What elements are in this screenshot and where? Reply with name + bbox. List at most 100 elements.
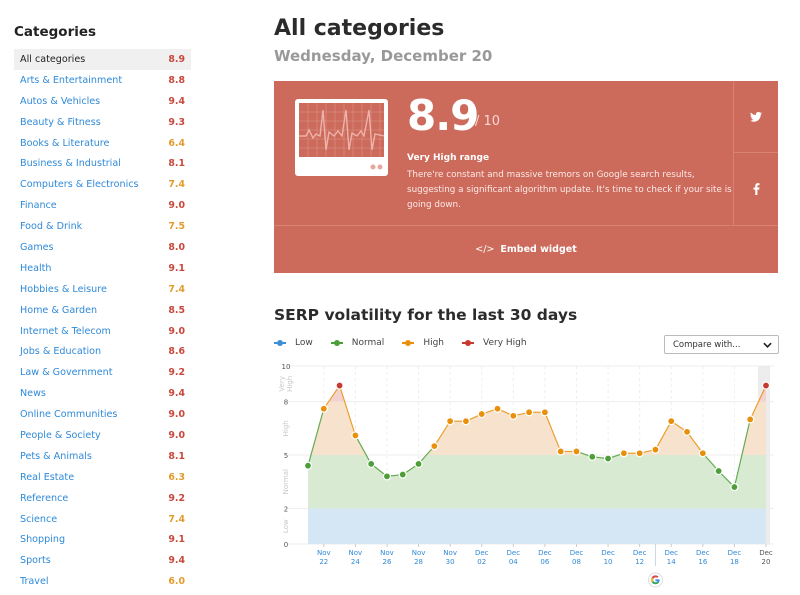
sidebar-item-home-and-garden[interactable]: Home & Garden 8.5: [14, 300, 191, 321]
legend-item-very-high[interactable]: Very High: [462, 338, 527, 348]
category-name: Jobs & Education: [20, 346, 102, 358]
sidebar-item-online-communities[interactable]: Online Communities 9.0: [14, 404, 191, 425]
sidebar-item-health[interactable]: Health 9.1: [14, 258, 191, 279]
x-tick-day: 30: [446, 558, 455, 566]
score-card: 8.9 / 10 Very High range There're consta…: [274, 81, 778, 273]
sidebar-item-people-and-society[interactable]: People & Society 9.0: [14, 425, 191, 446]
category-name: Business & Industrial: [20, 158, 121, 170]
data-point: [351, 431, 360, 440]
sidebar-item-law-and-government[interactable]: Law & Government 9.2: [14, 362, 191, 383]
sidebar: Categories All categories 8.9 Arts & Enter…: [0, 0, 200, 591]
page-date: Wednesday, December 20: [274, 47, 493, 65]
y-tick-label: 0: [284, 541, 288, 549]
legend-marker-icon: [402, 340, 415, 346]
category-name: News: [20, 388, 46, 400]
legend-item-normal[interactable]: Normal: [330, 338, 384, 348]
x-tick-day: 06: [540, 558, 549, 566]
data-point: [714, 466, 723, 476]
sidebar-item-beauty-and-fitness[interactable]: Beauty & Fitness 9.3: [14, 112, 191, 133]
google-icon[interactable]: [647, 572, 663, 588]
data-point: [398, 470, 407, 479]
sidebar-title: Categories: [14, 24, 97, 40]
twitter-share-button[interactable]: [734, 81, 778, 153]
sidebar-item-food-and-drink[interactable]: Food & Drink 7.5: [14, 216, 191, 237]
category-score: 9.3: [168, 116, 185, 128]
category-score: 8.6: [168, 346, 185, 358]
category-name: Travel: [20, 576, 49, 588]
y-tick-label: 10: [282, 363, 291, 371]
data-point: [477, 409, 486, 419]
band-normal: [308, 455, 766, 509]
sidebar-item-business-and-industrial[interactable]: Business & Industrial 8.1: [14, 153, 191, 174]
category-name: Beauty & Fitness: [20, 116, 101, 128]
category-score: 8.9: [168, 53, 185, 65]
data-point: [746, 415, 755, 424]
data-point: [493, 404, 502, 413]
data-point: [603, 454, 613, 463]
sidebar-item-travel[interactable]: Travel 6.0: [14, 571, 191, 592]
x-tick-month: Dec: [696, 549, 710, 557]
sidebar-item-autos-and-vehicles[interactable]: Autos & Vehicles 9.4: [14, 91, 191, 112]
facebook-icon: [753, 183, 759, 195]
sidebar-item-jobs-and-education[interactable]: Jobs & Education 8.6: [14, 341, 191, 362]
chevron-down-icon: [763, 342, 772, 348]
sidebar-item-finance[interactable]: Finance 9.0: [14, 195, 191, 216]
category-score: 8.1: [168, 450, 185, 462]
x-tick-month: Dec: [570, 549, 584, 557]
sidebar-item-computers-and-electronics[interactable]: Computers & Electronics 7.4: [14, 174, 191, 195]
compare-with-select[interactable]: Compare with...: [664, 335, 779, 354]
sidebar-item-games[interactable]: Games 8.0: [14, 237, 191, 258]
band-label: Very: [278, 376, 286, 392]
category-name: People & Society: [20, 429, 101, 441]
sidebar-item-sports[interactable]: Sports 9.4: [14, 550, 191, 571]
x-tick-day: 26: [383, 558, 392, 566]
sidebar-item-reference[interactable]: Reference 9.2: [14, 488, 191, 509]
sidebar-item-books-and-literature[interactable]: Books & Literature 6.4: [14, 133, 191, 154]
category-score: 6.4: [168, 137, 185, 149]
heart-monitor-icon: [295, 99, 388, 176]
sidebar-item-shopping[interactable]: Shopping 9.1: [14, 529, 191, 550]
category-name: Arts & Entertainment: [20, 74, 123, 86]
category-name: Computers & Electronics: [20, 179, 139, 191]
sidebar-item-real-estate[interactable]: Real Estate 6.3: [14, 467, 191, 488]
x-tick-month: Nov: [380, 549, 394, 557]
data-point: [509, 411, 518, 420]
sidebar-item-science[interactable]: Science 7.4: [14, 509, 191, 530]
legend-item-high[interactable]: High: [402, 338, 444, 348]
code-icon: </>: [475, 244, 495, 255]
data-point: [682, 427, 692, 436]
sidebar-item-all-categories[interactable]: All categories 8.9: [14, 49, 191, 70]
category-score: 9.2: [168, 492, 185, 504]
volatility-chart: 025810LowNormalHighVery HighNov22Nov24Nov…: [278, 363, 774, 588]
facebook-share-button[interactable]: [734, 153, 778, 225]
sidebar-item-arts-and-entertainment[interactable]: Arts & Entertainment 8.8: [14, 70, 191, 91]
category-score: 8.8: [168, 74, 185, 86]
category-score: 9.0: [168, 429, 185, 441]
twitter-icon: [750, 111, 762, 122]
data-point: [635, 449, 644, 458]
category-score: 8.0: [168, 241, 185, 253]
embed-widget-label: Embed widget: [500, 244, 577, 255]
category-name: Health: [20, 262, 52, 274]
embed-widget-button[interactable]: </> Embed widget: [274, 225, 778, 273]
data-point: [430, 441, 439, 451]
category-score: 9.1: [168, 262, 185, 274]
data-point: [319, 404, 328, 413]
legend-item-low[interactable]: Low: [274, 338, 313, 348]
category-name: Science: [20, 513, 58, 525]
sidebar-item-hobbies-and-leisure[interactable]: Hobbies & Leisure 7.4: [14, 279, 191, 300]
x-tick-day: 24: [351, 558, 360, 566]
data-point: [525, 408, 534, 417]
sidebar-item-internet-and-telecom[interactable]: Internet & Telecom 9.0: [14, 321, 191, 342]
sidebar-item-pets-and-animals[interactable]: Pets & Animals 8.1: [14, 446, 191, 467]
legend-label: High: [423, 338, 444, 348]
data-point: [540, 408, 549, 417]
category-name: Reference: [20, 492, 69, 504]
band-low: [308, 508, 766, 544]
x-tick-month: Dec: [538, 549, 552, 557]
chart-title: SERP volatility for the last 30 days: [274, 306, 578, 324]
range-label: Very High range: [407, 153, 490, 163]
sidebar-item-news[interactable]: News 9.4: [14, 383, 191, 404]
category-score: 6.0: [168, 576, 185, 588]
y-tick-label: 8: [284, 399, 288, 407]
